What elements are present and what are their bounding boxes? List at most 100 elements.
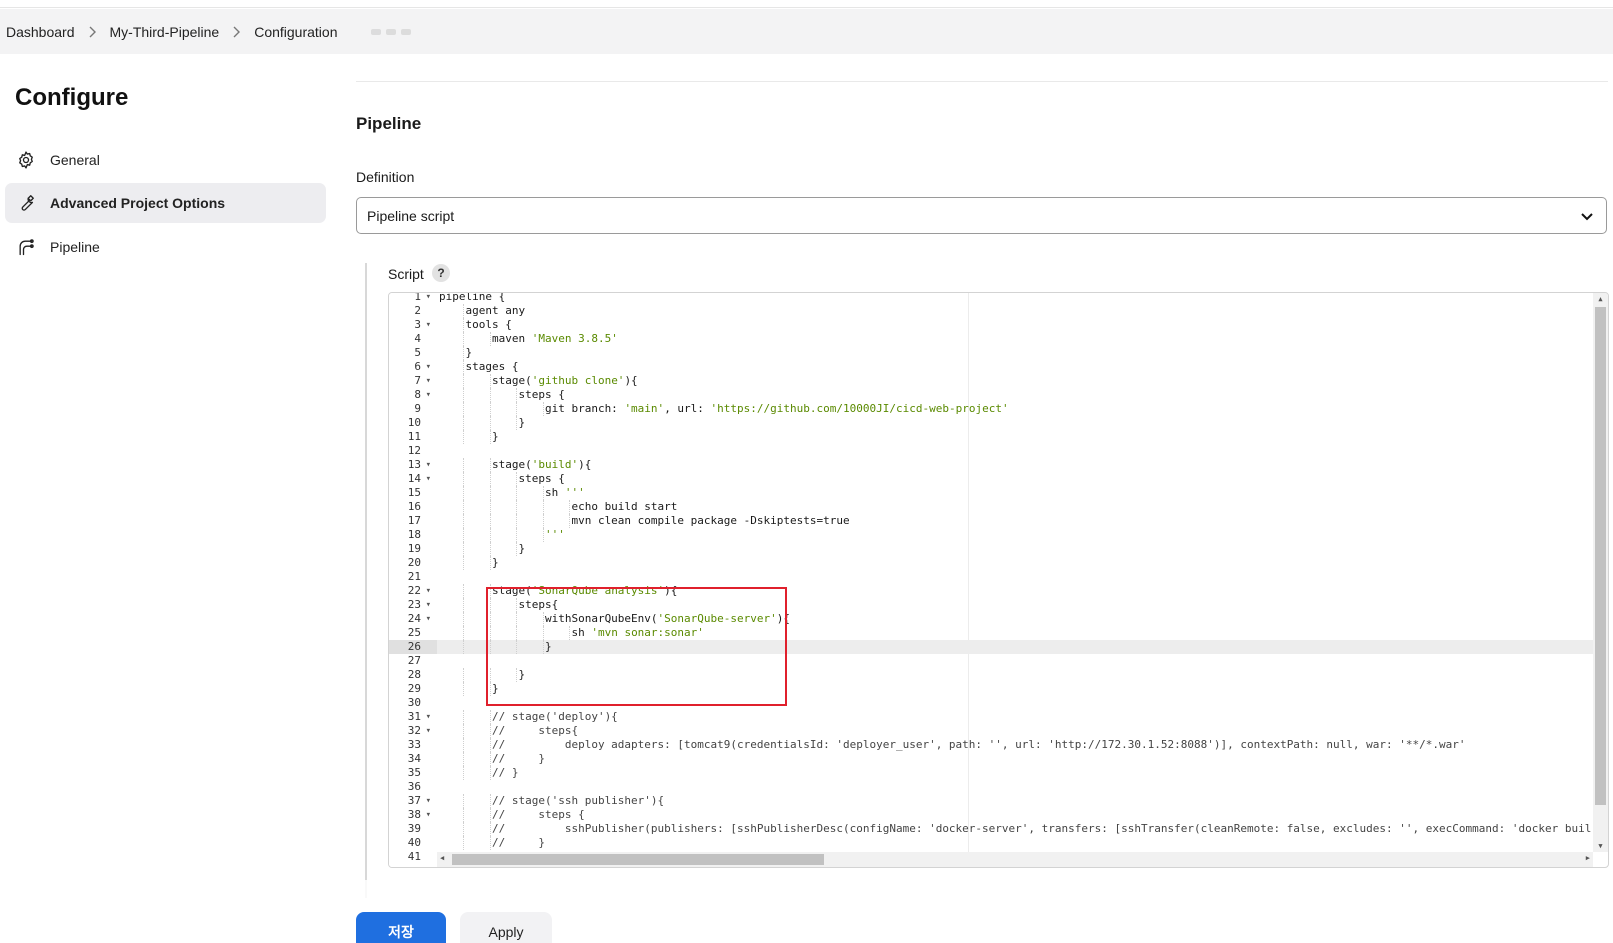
code-line: // sshPublisher(publishers: [sshPublishe… [439,822,1592,835]
line-number: 27 [407,654,421,667]
code-area[interactable]: pipeline { agent any tools { maven 'Mave… [437,293,1593,852]
code-line: stages { [439,360,519,373]
line-number-foldable[interactable]: 32 [391,724,431,738]
code-line: // } [439,766,519,779]
horizontal-scrollbar[interactable]: ◀ ▶ [437,852,1593,867]
sidebar-item-general[interactable]: General [5,140,326,180]
apply-button[interactable]: Apply [460,912,552,943]
indent-guide [516,528,518,542]
scroll-down-icon[interactable]: ▼ [1596,842,1605,850]
scroll-right-icon[interactable]: ▶ [1586,854,1590,862]
line-number-foldable[interactable]: 1 [391,293,431,304]
vertical-scrollbar[interactable]: ▲ ▼ [1593,293,1608,852]
line-number: 19 [407,542,421,555]
indent-guide [463,486,465,500]
line-number-foldable[interactable]: 23 [391,598,431,612]
code-line: maven 'Maven 3.8.5' [439,332,618,345]
sidebar-item-advanced-project-options[interactable]: Advanced Project Options [5,183,326,223]
line-number-foldable[interactable]: 7 [391,374,431,388]
line-number-foldable[interactable]: 6 [391,360,431,374]
breadcrumb-pipeline[interactable]: My-Third-Pipeline [110,24,220,40]
script-editor[interactable]: 1234567891011121314151617181920212223242… [388,292,1609,868]
section-divider [356,81,1608,82]
indent-guide [463,626,465,640]
indent-guide [516,514,518,528]
indent-guide [463,472,465,486]
line-number-foldable[interactable]: 14 [391,472,431,486]
code-line: } [439,542,526,555]
indent-guide [463,822,465,836]
breadcrumb-dashboard[interactable]: Dashboard [6,24,75,40]
code-line: // stage('deploy'){ [439,710,618,723]
line-number: 20 [407,556,421,569]
sidebar-item-label: Pipeline [50,239,100,255]
indent-guide [489,374,491,388]
indent-guide [463,304,465,318]
nesting-line [365,263,367,898]
indent-guide [463,402,465,416]
indent-guide [542,402,544,416]
scrollbar-thumb[interactable] [452,854,824,865]
sidebar-item-label: Advanced Project Options [50,195,226,211]
line-number-foldable[interactable]: 22 [391,584,431,598]
indent-guide [489,752,491,766]
code-line: sh ''' [439,486,585,499]
indent-guide [463,346,465,360]
indent-guide [463,752,465,766]
breadcrumb-configuration[interactable]: Configuration [254,24,337,40]
indent-guide [489,472,491,486]
save-button[interactable]: 저장 [356,912,446,943]
indent-guide [489,710,491,724]
script-label: Script [388,266,424,282]
indent-guide [463,794,465,808]
indent-guide [489,528,491,542]
line-number: 21 [407,570,421,583]
indent-guide [463,668,465,682]
line-number-foldable[interactable]: 8 [391,388,431,402]
indent-guide [463,416,465,430]
indent-guide [463,332,465,346]
line-number: 9 [414,402,421,415]
print-margin [968,293,969,852]
indent-guide [463,710,465,724]
line-number: 26 [389,640,437,654]
line-number: 36 [407,780,421,793]
line-number-foldable[interactable]: 13 [391,458,431,472]
section-title: Pipeline [356,114,422,133]
indent-guide [516,486,518,500]
indent-guide [489,542,491,556]
indent-guide [489,724,491,738]
indent-guide [489,402,491,416]
indent-guide [489,458,491,472]
line-number: 29 [407,682,421,695]
indent-guide [463,374,465,388]
indent-guide [463,724,465,738]
line-number-foldable[interactable]: 37 [391,794,431,808]
indent-guide [463,640,465,654]
indent-guide [463,598,465,612]
indent-guide [569,514,570,528]
line-number-foldable[interactable]: 24 [391,612,431,626]
scroll-up-icon[interactable]: ▲ [1596,295,1605,303]
indent-guide [569,500,570,514]
help-icon[interactable]: ? [432,264,450,282]
line-number-foldable[interactable]: 3 [391,318,431,332]
indent-guide [463,542,465,556]
sidebar-item-pipeline[interactable]: Pipeline [5,227,326,267]
breadcrumb-dropdown-ghost [371,25,417,39]
breadcrumb: Dashboard My-Third-Pipeline Configuratio… [0,9,1613,54]
indent-guide [463,458,465,472]
scroll-left-icon[interactable]: ◀ [440,854,444,862]
definition-select[interactable]: Pipeline script [356,197,1607,234]
chevron-right-icon [232,26,241,38]
indent-guide [489,822,491,836]
top-border [0,0,1613,8]
line-number: 10 [407,416,421,429]
indent-guide [489,388,491,402]
code-line: mvn clean compile package -Dskiptests=tr… [439,514,850,527]
line-number: 30 [407,696,421,709]
line-number: 15 [407,486,421,499]
scrollbar-thumb[interactable] [1595,307,1606,805]
line-number-foldable[interactable]: 31 [391,710,431,724]
line-number-foldable[interactable]: 38 [391,808,431,822]
